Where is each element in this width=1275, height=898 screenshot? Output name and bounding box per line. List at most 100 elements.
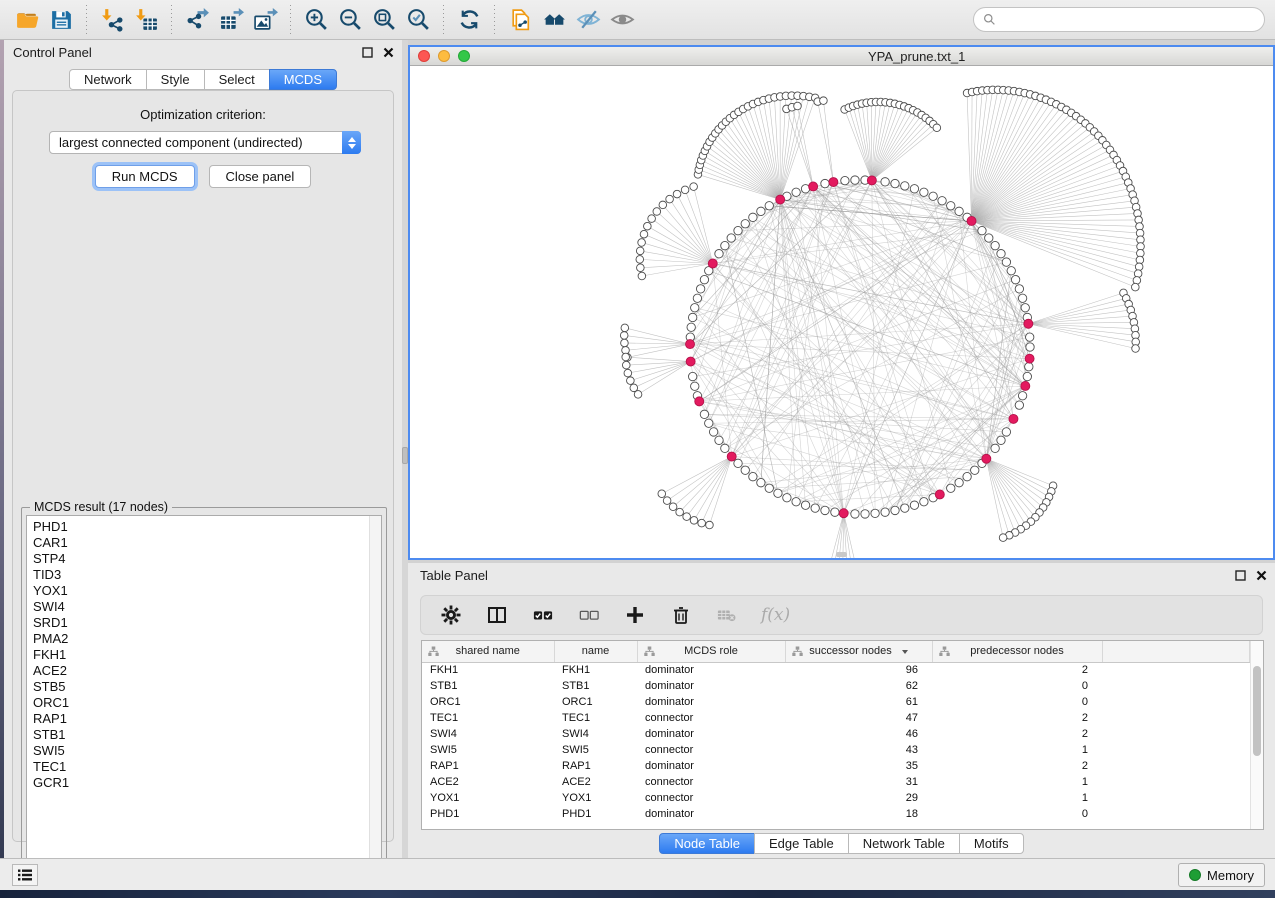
mcds-result-item[interactable]: CAR1 xyxy=(33,535,381,551)
network-node[interactable] xyxy=(691,382,699,390)
network-node[interactable] xyxy=(734,226,742,234)
leaf-node[interactable] xyxy=(1134,270,1142,278)
leaf-node[interactable] xyxy=(690,517,698,525)
new-network-from-selection-icon[interactable] xyxy=(503,5,537,35)
column-header-shared-name[interactable]: shared name xyxy=(422,641,554,662)
table-cell[interactable]: STB1 xyxy=(554,678,637,694)
network-node[interactable] xyxy=(749,213,757,221)
node-table-grid[interactable]: shared namenameMCDS rolesuccessor nodesp… xyxy=(422,641,1250,822)
leaf-node[interactable] xyxy=(820,97,828,105)
network-node[interactable] xyxy=(831,508,839,516)
leaf-node[interactable] xyxy=(676,508,684,516)
table-cell[interactable]: dominator xyxy=(637,678,785,694)
table-cell[interactable]: dominator xyxy=(637,662,785,678)
table-cell[interactable]: 18 xyxy=(785,806,932,822)
leaf-node[interactable] xyxy=(1132,283,1140,291)
export-table-icon[interactable] xyxy=(214,5,248,35)
column-header-name[interactable]: name xyxy=(554,641,637,662)
network-node[interactable] xyxy=(901,504,909,512)
network-node[interactable] xyxy=(693,294,701,302)
table-cell[interactable]: 2 xyxy=(932,726,1102,742)
network-node[interactable] xyxy=(1015,401,1023,409)
mcds-dominator-node[interactable] xyxy=(935,490,944,499)
table-cell[interactable]: ORC1 xyxy=(422,694,554,710)
zoom-fit-icon[interactable] xyxy=(367,5,401,35)
mcds-result-item[interactable]: PMA2 xyxy=(33,631,381,647)
mcds-result-item[interactable]: FKH1 xyxy=(33,647,381,663)
mcds-result-item[interactable]: ORC1 xyxy=(33,695,381,711)
mcds-result-item[interactable]: SRD1 xyxy=(33,615,381,631)
network-node[interactable] xyxy=(841,176,849,184)
leaf-node[interactable] xyxy=(648,215,656,223)
network-node[interactable] xyxy=(1002,428,1010,436)
leaf-node[interactable] xyxy=(673,190,681,198)
table-cell[interactable]: SWI5 xyxy=(422,742,554,758)
import-network-icon[interactable] xyxy=(95,5,129,35)
table-cell[interactable]: 61 xyxy=(785,694,932,710)
mcds-dominator-node[interactable] xyxy=(727,452,736,461)
leaf-node[interactable] xyxy=(683,513,691,521)
column-layout-icon[interactable] xyxy=(485,603,509,627)
mcds-dominator-node[interactable] xyxy=(1024,319,1033,328)
network-node[interactable] xyxy=(920,498,928,506)
network-node[interactable] xyxy=(1015,285,1023,293)
network-node[interactable] xyxy=(783,494,791,502)
table-cell[interactable]: dominator xyxy=(637,758,785,774)
leaf-node[interactable] xyxy=(637,264,645,272)
table-cell[interactable]: PHD1 xyxy=(422,806,554,822)
float-panel-icon[interactable] xyxy=(1234,569,1246,581)
tab-network[interactable]: Network xyxy=(69,69,147,90)
table-cell[interactable]: dominator xyxy=(637,806,785,822)
table-scrollbar-thumb[interactable] xyxy=(1253,666,1261,756)
mcds-dominator-node[interactable] xyxy=(1009,414,1018,423)
table-tab-node-table[interactable]: Node Table xyxy=(659,833,755,854)
table-scrollbar[interactable] xyxy=(1250,641,1263,829)
table-tab-network-table[interactable]: Network Table xyxy=(848,833,960,854)
network-node[interactable] xyxy=(700,275,708,283)
leaf-node[interactable] xyxy=(1132,345,1140,353)
mcds-result-item[interactable]: TEC1 xyxy=(33,759,381,775)
network-node[interactable] xyxy=(947,484,955,492)
leaf-node[interactable] xyxy=(933,124,941,132)
leaf-node[interactable] xyxy=(1135,263,1143,271)
table-cell[interactable]: YOX1 xyxy=(554,790,637,806)
memory-button[interactable]: Memory xyxy=(1178,863,1265,887)
network-node[interactable] xyxy=(978,226,986,234)
table-row[interactable]: ACE2ACE2connector311 xyxy=(422,774,1250,790)
mcds-dominator-node[interactable] xyxy=(839,509,848,518)
mcds-result-item[interactable]: GCR1 xyxy=(33,775,381,791)
table-cell[interactable]: 0 xyxy=(932,806,1102,822)
network-node[interactable] xyxy=(727,234,735,242)
leaf-node[interactable] xyxy=(636,256,644,264)
network-node[interactable] xyxy=(929,192,937,200)
close-panel-button[interactable]: Close panel xyxy=(209,165,312,188)
zoom-in-icon[interactable] xyxy=(299,5,333,35)
import-table-icon[interactable] xyxy=(129,5,163,35)
mcds-dominator-node[interactable] xyxy=(708,259,717,268)
export-network-icon[interactable] xyxy=(180,5,214,35)
network-node[interactable] xyxy=(891,506,899,514)
network-node[interactable] xyxy=(715,250,723,258)
search-input[interactable] xyxy=(1002,10,1255,30)
add-column-icon[interactable] xyxy=(623,603,647,627)
table-tab-edge-table[interactable]: Edge Table xyxy=(754,833,849,854)
mcds-dominator-node[interactable] xyxy=(982,454,991,463)
network-node[interactable] xyxy=(861,510,869,518)
network-node[interactable] xyxy=(709,428,717,436)
network-node[interactable] xyxy=(705,419,713,427)
network-node[interactable] xyxy=(821,506,829,514)
network-node[interactable] xyxy=(688,313,696,321)
network-node[interactable] xyxy=(1002,258,1010,266)
network-node[interactable] xyxy=(991,444,999,452)
mcds-dominator-node[interactable] xyxy=(686,340,695,349)
table-cell[interactable]: TEC1 xyxy=(422,710,554,726)
table-cell[interactable]: 2 xyxy=(932,710,1102,726)
network-node[interactable] xyxy=(757,478,765,486)
table-row[interactable]: YOX1YOX1connector291 xyxy=(422,790,1250,806)
table-cell[interactable]: SWI5 xyxy=(554,742,637,758)
leaf-node[interactable] xyxy=(698,519,706,527)
mcds-dominator-node[interactable] xyxy=(1025,354,1034,363)
leaf-node[interactable] xyxy=(681,186,689,194)
network-node[interactable] xyxy=(963,472,971,480)
settings-gear-icon[interactable] xyxy=(439,603,463,627)
